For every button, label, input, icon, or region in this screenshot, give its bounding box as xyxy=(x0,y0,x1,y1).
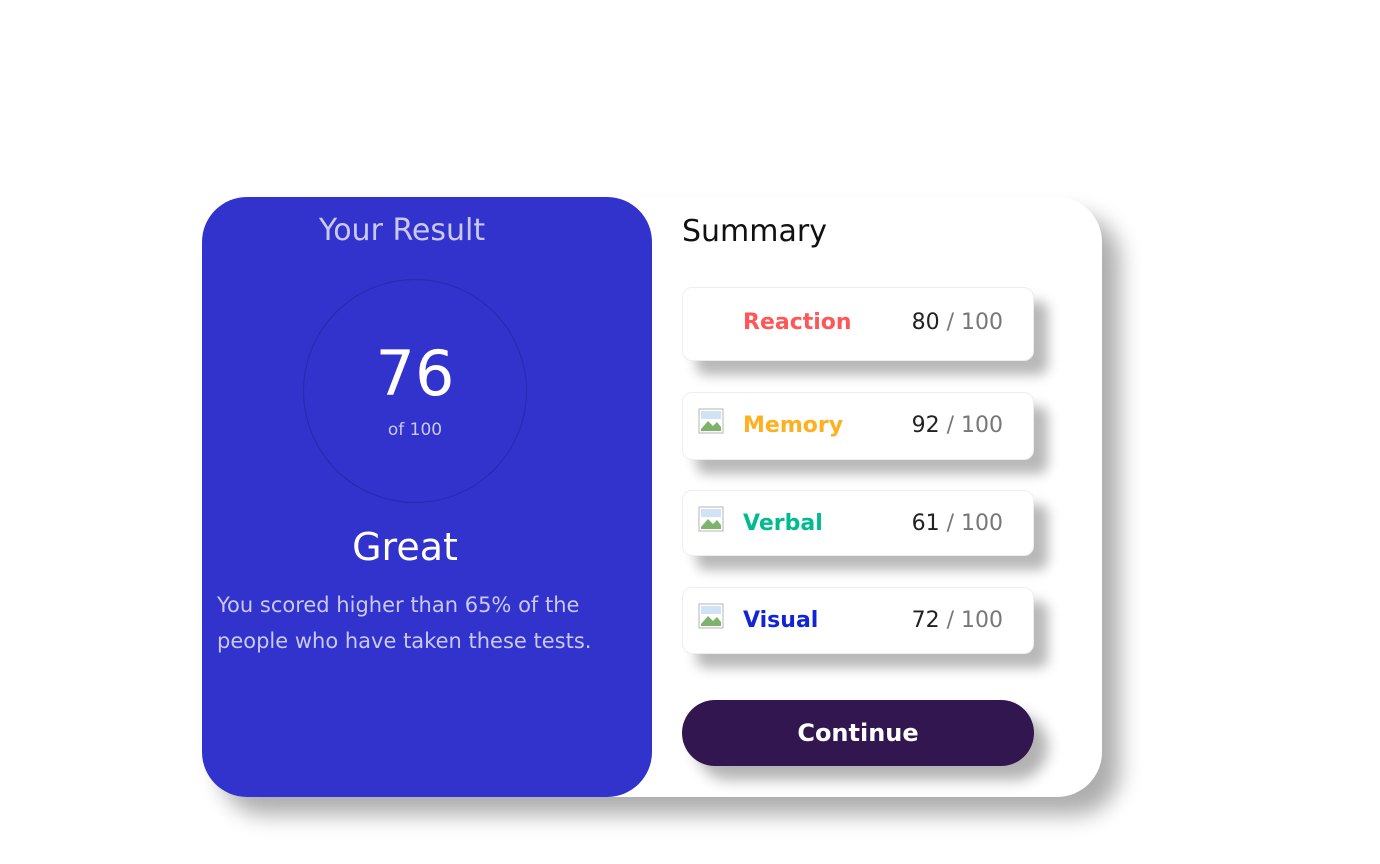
summary-item-label: Verbal xyxy=(743,511,823,536)
broken-image-icon xyxy=(698,408,724,434)
summary-item-label: Visual xyxy=(743,608,819,633)
summary-item-score: 80 / 100 xyxy=(912,310,1003,335)
summary-item-visual: Visual 72 / 100 xyxy=(682,587,1034,654)
summary-item-label: Reaction xyxy=(743,310,852,335)
score-total-text: / 100 xyxy=(946,310,1003,335)
result-panel: Your Result 76 of 100 Great You scored h… xyxy=(202,197,652,797)
result-title: Your Result xyxy=(318,213,486,248)
summary-item-verbal: Verbal 61 / 100 xyxy=(682,490,1034,556)
score-value-text: 72 xyxy=(911,608,940,633)
summary-item-score: 92 / 100 xyxy=(912,413,1003,438)
summary-item-reaction: Reaction 80 / 100 xyxy=(682,287,1034,361)
summary-item-score: 61 / 100 xyxy=(912,511,1003,536)
score-value-text: 92 xyxy=(911,413,940,438)
score-of-label: of 100 xyxy=(387,420,443,440)
continue-button[interactable]: Continue xyxy=(682,700,1034,766)
summary-item-score: 72 / 100 xyxy=(912,608,1003,633)
score-value-text: 61 xyxy=(911,511,940,536)
score-total-text: / 100 xyxy=(946,608,1003,633)
score-value: 76 xyxy=(375,337,455,410)
score-total-text: / 100 xyxy=(946,511,1003,536)
score-value-text: 80 xyxy=(911,310,940,335)
result-description: You scored higher than 65% of the people… xyxy=(217,593,592,653)
broken-image-icon xyxy=(698,506,724,532)
summary-item-label: Memory xyxy=(743,413,844,438)
score-circle: 76 of 100 xyxy=(303,279,527,503)
broken-image-icon xyxy=(698,603,724,629)
score-total-text: / 100 xyxy=(946,413,1003,438)
summary-title: Summary xyxy=(682,214,827,249)
rating-label: Great xyxy=(352,525,458,569)
summary-item-memory: Memory 92 / 100 xyxy=(682,392,1034,460)
